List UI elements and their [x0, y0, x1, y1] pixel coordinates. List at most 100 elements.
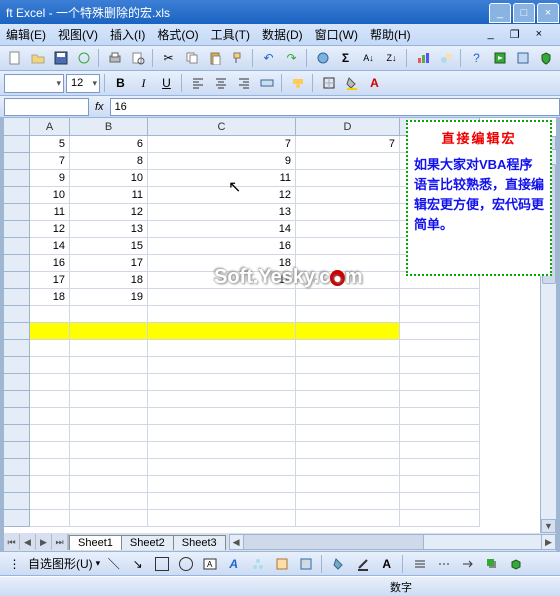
cell[interactable] [30, 425, 70, 442]
cell[interactable] [296, 306, 400, 323]
copy-icon[interactable] [181, 48, 202, 69]
row-header[interactable] [4, 476, 30, 493]
undo-icon[interactable]: ↶ [258, 48, 279, 69]
row-header[interactable] [4, 442, 30, 459]
cell[interactable] [400, 408, 480, 425]
cell[interactable] [148, 357, 296, 374]
cell[interactable] [70, 323, 148, 340]
minimize-button[interactable]: _ [489, 3, 511, 23]
menu-edit[interactable]: 编辑(E) [6, 26, 46, 43]
scroll-right-icon[interactable]: ▶ [541, 535, 555, 549]
row-header[interactable] [4, 170, 30, 187]
row-header[interactable] [4, 493, 30, 510]
cell[interactable] [296, 323, 400, 340]
row-header[interactable] [4, 374, 30, 391]
menu-help[interactable]: 帮助(H) [370, 26, 411, 43]
autosum-icon[interactable]: Σ [335, 48, 356, 69]
open-icon[interactable] [27, 48, 48, 69]
wordart-icon[interactable]: A [223, 553, 244, 574]
cell[interactable] [70, 476, 148, 493]
row-header[interactable] [4, 136, 30, 153]
cell[interactable] [296, 510, 400, 527]
cell[interactable]: 10 [70, 170, 148, 187]
menu-data[interactable]: 数据(D) [262, 26, 303, 43]
row-header[interactable] [4, 323, 30, 340]
underline-button[interactable]: U [156, 73, 177, 94]
col-header-D[interactable]: D [296, 118, 400, 136]
line-icon[interactable]: ＼ [103, 553, 124, 574]
diagram-icon[interactable] [247, 553, 268, 574]
menu-window[interactable]: 窗口(W) [315, 26, 358, 43]
formula-input[interactable]: 16 [110, 98, 560, 116]
cell[interactable] [148, 510, 296, 527]
fill-icon[interactable] [328, 553, 349, 574]
cell[interactable]: 13 [148, 204, 296, 221]
cell[interactable] [296, 493, 400, 510]
row-header[interactable] [4, 340, 30, 357]
align-left-icon[interactable] [187, 73, 208, 94]
fx-label[interactable]: fx [95, 101, 104, 113]
cell[interactable] [148, 425, 296, 442]
doc-minimize-button[interactable]: _ [488, 28, 494, 41]
cell[interactable]: 17 [70, 255, 148, 272]
cell[interactable]: 7 [148, 136, 296, 153]
cell[interactable] [70, 408, 148, 425]
cell[interactable] [296, 221, 400, 238]
cell[interactable] [30, 306, 70, 323]
cell[interactable]: 5 [30, 136, 70, 153]
font-color-icon[interactable]: A [364, 73, 385, 94]
row-header[interactable] [4, 391, 30, 408]
fontsize-combo[interactable]: 12 [66, 74, 100, 93]
rectangle-icon[interactable] [151, 553, 172, 574]
cell[interactable] [148, 391, 296, 408]
cell[interactable]: 6 [70, 136, 148, 153]
cell[interactable] [30, 476, 70, 493]
cell[interactable]: 8 [70, 153, 148, 170]
textbox-icon[interactable]: A [199, 553, 220, 574]
drawing-icon[interactable] [435, 48, 456, 69]
cell[interactable]: 19 [70, 289, 148, 306]
cell[interactable]: 7 [30, 153, 70, 170]
preview-icon[interactable] [127, 48, 148, 69]
draw-handle-icon[interactable]: ⋮ [4, 553, 25, 574]
cell[interactable] [70, 510, 148, 527]
cell[interactable]: 11 [148, 170, 296, 187]
cell[interactable] [70, 425, 148, 442]
doc-close-button[interactable]: × [536, 28, 542, 41]
cell[interactable]: 12 [148, 187, 296, 204]
cell[interactable] [30, 357, 70, 374]
row-header[interactable] [4, 459, 30, 476]
cell[interactable] [148, 306, 296, 323]
cell[interactable]: 14 [30, 238, 70, 255]
cell[interactable]: 18 [30, 289, 70, 306]
cell[interactable] [30, 510, 70, 527]
cell[interactable]: 9 [30, 170, 70, 187]
format-painter-icon[interactable] [227, 48, 248, 69]
row-header[interactable] [4, 510, 30, 527]
print-icon[interactable] [104, 48, 125, 69]
new-icon[interactable] [4, 48, 25, 69]
cell[interactable] [296, 340, 400, 357]
font-combo[interactable] [4, 74, 64, 93]
cell[interactable] [30, 374, 70, 391]
borders-icon[interactable] [318, 73, 339, 94]
cell[interactable] [400, 289, 480, 306]
cell[interactable] [70, 493, 148, 510]
cell[interactable] [400, 493, 480, 510]
col-header-A[interactable]: A [30, 118, 70, 136]
sheet-tab-3[interactable]: Sheet3 [173, 535, 226, 550]
tab-last-icon[interactable]: ⏭ [52, 534, 68, 550]
cut-icon[interactable]: ✂ [158, 48, 179, 69]
cell[interactable] [70, 374, 148, 391]
shadow-icon[interactable] [481, 553, 502, 574]
cell[interactable] [400, 340, 480, 357]
arrow-icon[interactable]: ↘ [127, 553, 148, 574]
cell[interactable]: 18 [70, 272, 148, 289]
tab-prev-icon[interactable]: ◀ [20, 534, 36, 550]
clipart-icon[interactable] [271, 553, 292, 574]
cell[interactable] [296, 442, 400, 459]
cell[interactable] [296, 170, 400, 187]
cell[interactable]: 15 [70, 238, 148, 255]
scroll-down-icon[interactable]: ▼ [541, 519, 556, 533]
cell[interactable] [400, 476, 480, 493]
